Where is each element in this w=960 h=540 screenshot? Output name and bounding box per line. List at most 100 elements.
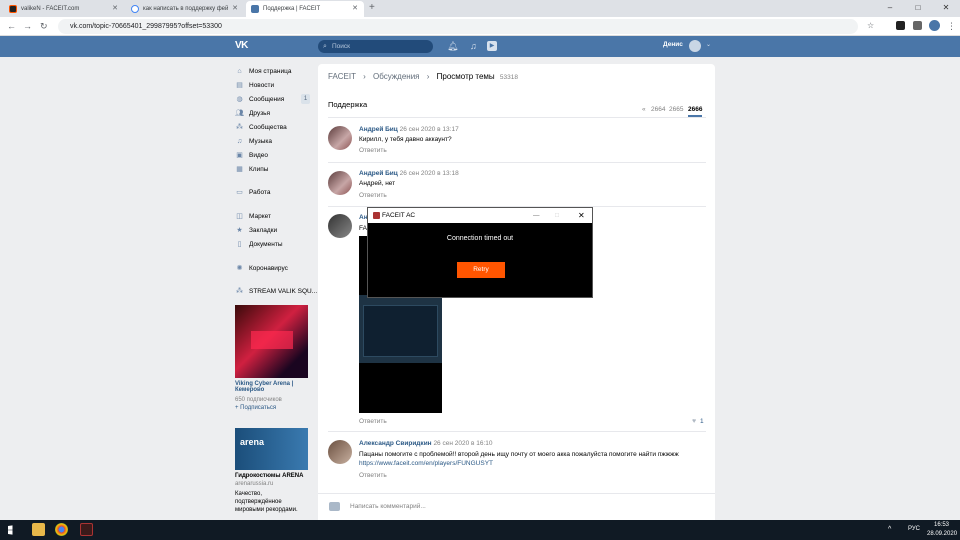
faceit-favicon-icon	[9, 5, 17, 13]
close-tab-icon[interactable]: ✕	[112, 4, 118, 12]
tab-vk-support[interactable]: Поддержка | FACEIT ✕	[246, 1, 364, 17]
back-icon[interactable]: ←	[7, 20, 16, 32]
tray-chevron-icon[interactable]: ^	[888, 526, 891, 533]
url-input[interactable]: vk.com/topic-70665401_29987995?offset=53…	[58, 19, 858, 34]
heart-icon[interactable]: ♥	[692, 418, 696, 425]
music-icon[interactable]: ♫	[470, 40, 477, 52]
post-author[interactable]: Андрей Биц 26 сен 2020 в 13:18	[359, 170, 459, 177]
comment-input[interactable]: Написать комментарий...	[350, 503, 426, 510]
faceit-ac-taskbar-icon[interactable]	[80, 523, 93, 536]
sidebar-item-work[interactable]: ▭ Работа	[235, 186, 270, 198]
breadcrumb-discussions[interactable]: Обсуждения	[373, 72, 420, 81]
page-2666[interactable]: 2666	[688, 106, 703, 117]
sidebar-item-groups[interactable]: ⁂ Сообщества	[235, 121, 287, 133]
chat-icon: ◍	[236, 96, 243, 103]
bell-icon[interactable]: 🔔︎	[447, 40, 458, 52]
tab-google-search[interactable]: как написать в поддержку фей ✕	[126, 1, 244, 17]
author-name[interactable]: Андрей Биц	[359, 126, 398, 133]
ad-title[interactable]: Гидрокостюмы ARENA	[235, 473, 308, 479]
sidebar-item-video[interactable]: ▣ Видео	[235, 149, 268, 161]
sidebar-item-bookmarks[interactable]: ★ Закладки	[235, 224, 277, 236]
close-window-icon[interactable]: ✕	[932, 0, 960, 17]
sidebar-item-music[interactable]: ♫ Музыка	[235, 135, 272, 147]
sidebar-item-docs[interactable]: ▯ Документы	[235, 238, 283, 250]
post-date[interactable]: 26 сен 2020 в 13:17	[400, 126, 459, 133]
input-language[interactable]: РУС	[908, 526, 920, 532]
group-icon: ⁂	[236, 288, 243, 295]
author-name[interactable]: Александр Свиридкин	[359, 440, 432, 447]
clock-time[interactable]: 16:53	[934, 522, 949, 528]
search-input[interactable]: ⌕ Поиск	[318, 40, 433, 53]
avatar[interactable]	[328, 440, 352, 464]
sidebar-item-coronavirus[interactable]: ✺ Коронавирус	[235, 262, 288, 274]
post-text: FA	[359, 225, 367, 232]
page-2665[interactable]: 2665	[669, 106, 683, 113]
avatar[interactable]	[328, 126, 352, 150]
sidebar-item-label: Сообщества	[249, 123, 287, 131]
post-date[interactable]: 26 сен 2020 в 13:18	[400, 170, 459, 177]
sidebar-item-friends[interactable]: 👥︎ Друзья	[235, 107, 270, 119]
breadcrumb-faceit[interactable]: FACEIT	[328, 72, 356, 81]
reply-button[interactable]: Ответить	[359, 418, 387, 425]
extension-icon[interactable]	[913, 21, 922, 30]
forward-icon[interactable]: →	[23, 20, 32, 32]
post-date[interactable]: 26 сен 2020 в 16:10	[433, 440, 492, 447]
reply-button[interactable]: Ответить	[359, 472, 387, 479]
reply-button[interactable]: Ответить	[359, 192, 387, 199]
close-icon[interactable]: ✕	[578, 208, 585, 223]
ad-image-arena[interactable]: arena	[235, 428, 308, 470]
sidebar-item-label: Клипы	[249, 165, 269, 173]
avatar[interactable]	[328, 171, 352, 195]
sidebar-item-clips[interactable]: ▦ Клипы	[235, 163, 268, 175]
reply-button[interactable]: Ответить	[359, 147, 387, 154]
post-link[interactable]: https://www.faceit.com/en/players/FUNGUS…	[359, 460, 493, 467]
search-icon: ⌕	[323, 43, 327, 50]
sidebar-item-my-page[interactable]: ⌂ Моя страница	[235, 65, 291, 77]
sidebar-item-market[interactable]: ◫ Маркет	[235, 210, 271, 222]
ad-image-viking[interactable]	[235, 305, 308, 378]
avatar[interactable]	[328, 214, 352, 238]
sidebar-item-news[interactable]: ▤ Новости	[235, 79, 274, 91]
retry-button[interactable]: Retry	[457, 262, 505, 278]
file-explorer-icon[interactable]	[32, 523, 45, 536]
reload-icon[interactable]: ↻	[40, 20, 48, 32]
clock-date[interactable]: 28.09.2020	[927, 531, 957, 537]
tab-faceit-profile[interactable]: valikeN - FACEIT.com ✕	[4, 1, 124, 17]
sidebar-item-messages[interactable]: ◍ Сообщения	[235, 93, 284, 105]
extension-icon[interactable]	[896, 21, 905, 30]
post-text: Андрей, нет	[359, 180, 396, 187]
subscribe-button[interactable]: + Подписаться	[235, 405, 276, 411]
chrome-icon[interactable]	[55, 523, 68, 536]
new-tab-button[interactable]: +	[369, 2, 375, 13]
author-name[interactable]: Андрей Биц	[359, 170, 398, 177]
breadcrumb-current: Просмотр темы	[436, 72, 495, 81]
chevron-down-icon[interactable]: ⌄	[706, 41, 711, 48]
dialog-titlebar[interactable]: FACEIT AC — □ ✕	[368, 208, 592, 223]
sidebar-item-stream-group[interactable]: ⁂ STREAM VALIK SQU...	[235, 285, 317, 297]
play-icon[interactable]: ▶	[487, 41, 497, 51]
maximize-icon[interactable]: □	[904, 0, 932, 17]
url-text: vk.com/topic-70665401_29987995?offset=53…	[70, 23, 222, 30]
market-icon: ◫	[236, 213, 243, 220]
vk-logo[interactable]: VK	[235, 40, 248, 51]
minimize-icon[interactable]: —	[533, 208, 540, 223]
user-name[interactable]: Денис	[663, 41, 683, 48]
ad-domain[interactable]: arenarussia.ru	[235, 481, 273, 487]
google-favicon-icon	[131, 5, 139, 13]
star-icon[interactable]: ☆	[867, 20, 874, 32]
avatar[interactable]	[689, 40, 701, 52]
address-bar: ← → ↻ vk.com/topic-70665401_29987995?off…	[0, 17, 960, 36]
profile-avatar-icon[interactable]	[929, 20, 940, 31]
sidebar-item-label: Музыка	[249, 137, 272, 145]
page-first[interactable]: «	[642, 106, 646, 113]
close-tab-icon[interactable]: ✕	[352, 4, 358, 12]
page-2664[interactable]: 2664	[651, 106, 665, 113]
menu-dots-icon[interactable]: ⋮	[947, 20, 956, 32]
minimize-icon[interactable]: –	[876, 0, 904, 17]
camera-icon[interactable]	[329, 502, 340, 511]
post-author[interactable]: Андрей Биц 26 сен 2020 в 13:17	[359, 126, 459, 133]
close-tab-icon[interactable]: ✕	[232, 4, 238, 12]
ad-title[interactable]: Viking Cyber Arena | Кемерово	[235, 381, 308, 393]
post-author[interactable]: Александр Свиридкин 26 сен 2020 в 16:10	[359, 440, 493, 447]
windows-start-icon[interactable]	[8, 525, 13, 535]
